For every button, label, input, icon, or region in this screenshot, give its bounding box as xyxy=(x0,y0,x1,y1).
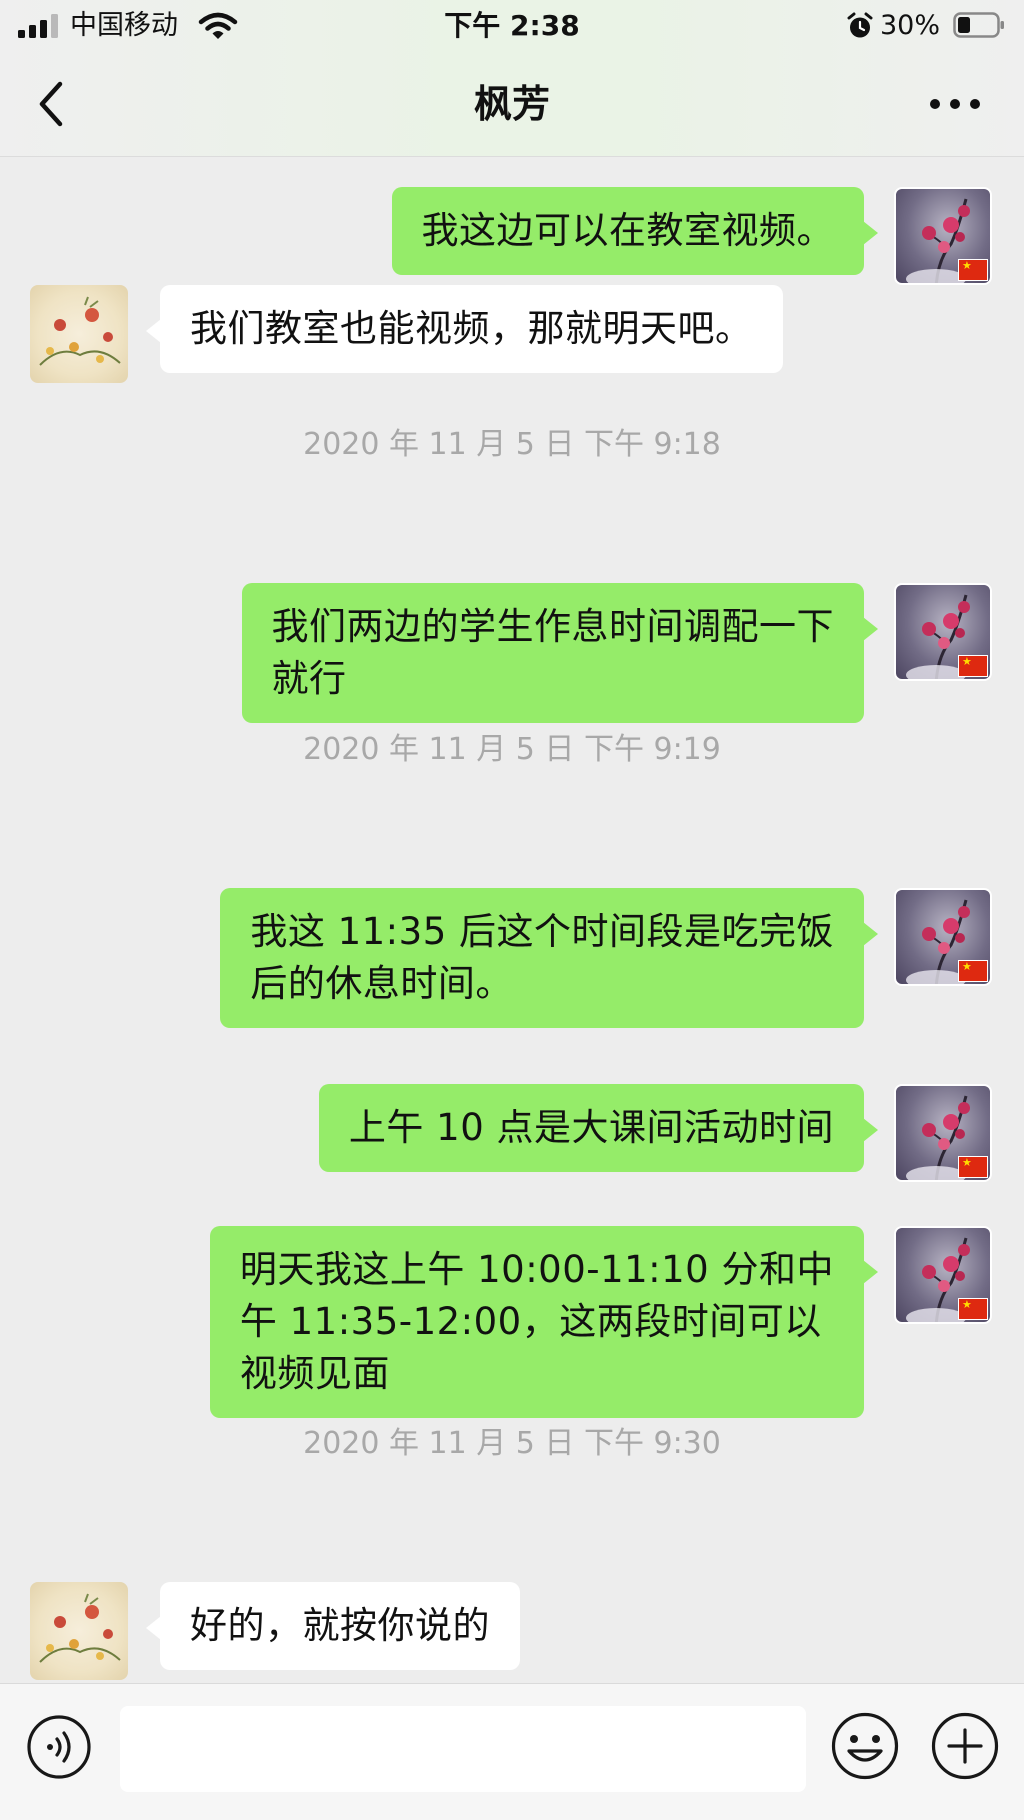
message-bubble-outgoing[interactable]: 明天我这上午 10:00-11:10 分和中 午 11:35-12:00，这两段… xyxy=(209,1226,879,1418)
message-bubble-incoming[interactable]: 我们教室也能视频，那就明天吧。 xyxy=(146,285,783,373)
contact-avatar[interactable] xyxy=(30,1582,128,1680)
timestamp: 2020 年 11 月 5 日 下午 9:30 xyxy=(303,1426,721,1461)
plus-icon[interactable] xyxy=(930,1711,1000,1781)
alarm-icon xyxy=(847,12,873,38)
chat-screen: 中国移动 下午 2:38 30% 枫芳 我这边可以在教室视频。 ★ 我们教室也能… xyxy=(0,0,1024,1820)
flag-icon xyxy=(958,1298,988,1320)
message-bubble-outgoing[interactable]: 我这 11:35 后这个时间段是吃完饭 后的休息时间。 xyxy=(220,888,878,1028)
my-avatar[interactable] xyxy=(894,1226,992,1324)
message-bubble-incoming[interactable]: 好的，就按你说的 xyxy=(146,1582,520,1670)
contact-avatar[interactable] xyxy=(30,285,128,383)
battery-percent: 30% xyxy=(880,10,941,41)
more-dots-icon[interactable] xyxy=(920,78,990,130)
input-bar xyxy=(0,1683,1024,1820)
my-avatar[interactable] xyxy=(894,888,992,986)
flag-icon xyxy=(958,1156,988,1178)
my-avatar[interactable] xyxy=(894,583,992,681)
emoji-icon[interactable] xyxy=(830,1711,900,1781)
flag-icon xyxy=(958,259,988,281)
voice-icon[interactable] xyxy=(26,1714,92,1780)
timestamp: 2020 年 11 月 5 日 下午 9:18 xyxy=(303,427,721,462)
battery-icon xyxy=(953,12,1004,38)
chat-title: 枫芳 xyxy=(473,82,550,126)
chevron-left-icon[interactable] xyxy=(24,74,84,134)
message-bubble-outgoing[interactable]: 我这边可以在教室视频。 xyxy=(391,187,878,275)
message-bubble-outgoing[interactable]: 我们两边的学生作息时间调配一下 就行 xyxy=(241,583,878,723)
flag-icon xyxy=(958,655,988,677)
timestamp: 2020 年 11 月 5 日 下午 9:19 xyxy=(303,732,721,767)
message-bubble-outgoing[interactable]: 上午 10 点是大课间活动时间 xyxy=(318,1084,879,1172)
my-avatar[interactable] xyxy=(894,187,992,285)
flag-icon xyxy=(958,960,988,982)
nav-bar: 枫芳 xyxy=(0,52,1024,156)
message-input[interactable] xyxy=(120,1706,806,1792)
message-list[interactable]: 我这边可以在教室视频。 ★ 我们教室也能视频，那就明天吧。 2020 年 11 … xyxy=(0,157,1024,1683)
my-avatar[interactable] xyxy=(894,1084,992,1182)
top-bar: 中国移动 下午 2:38 30% 枫芳 xyxy=(0,0,1024,157)
status-bar: 中国移动 下午 2:38 30% xyxy=(0,0,1024,52)
